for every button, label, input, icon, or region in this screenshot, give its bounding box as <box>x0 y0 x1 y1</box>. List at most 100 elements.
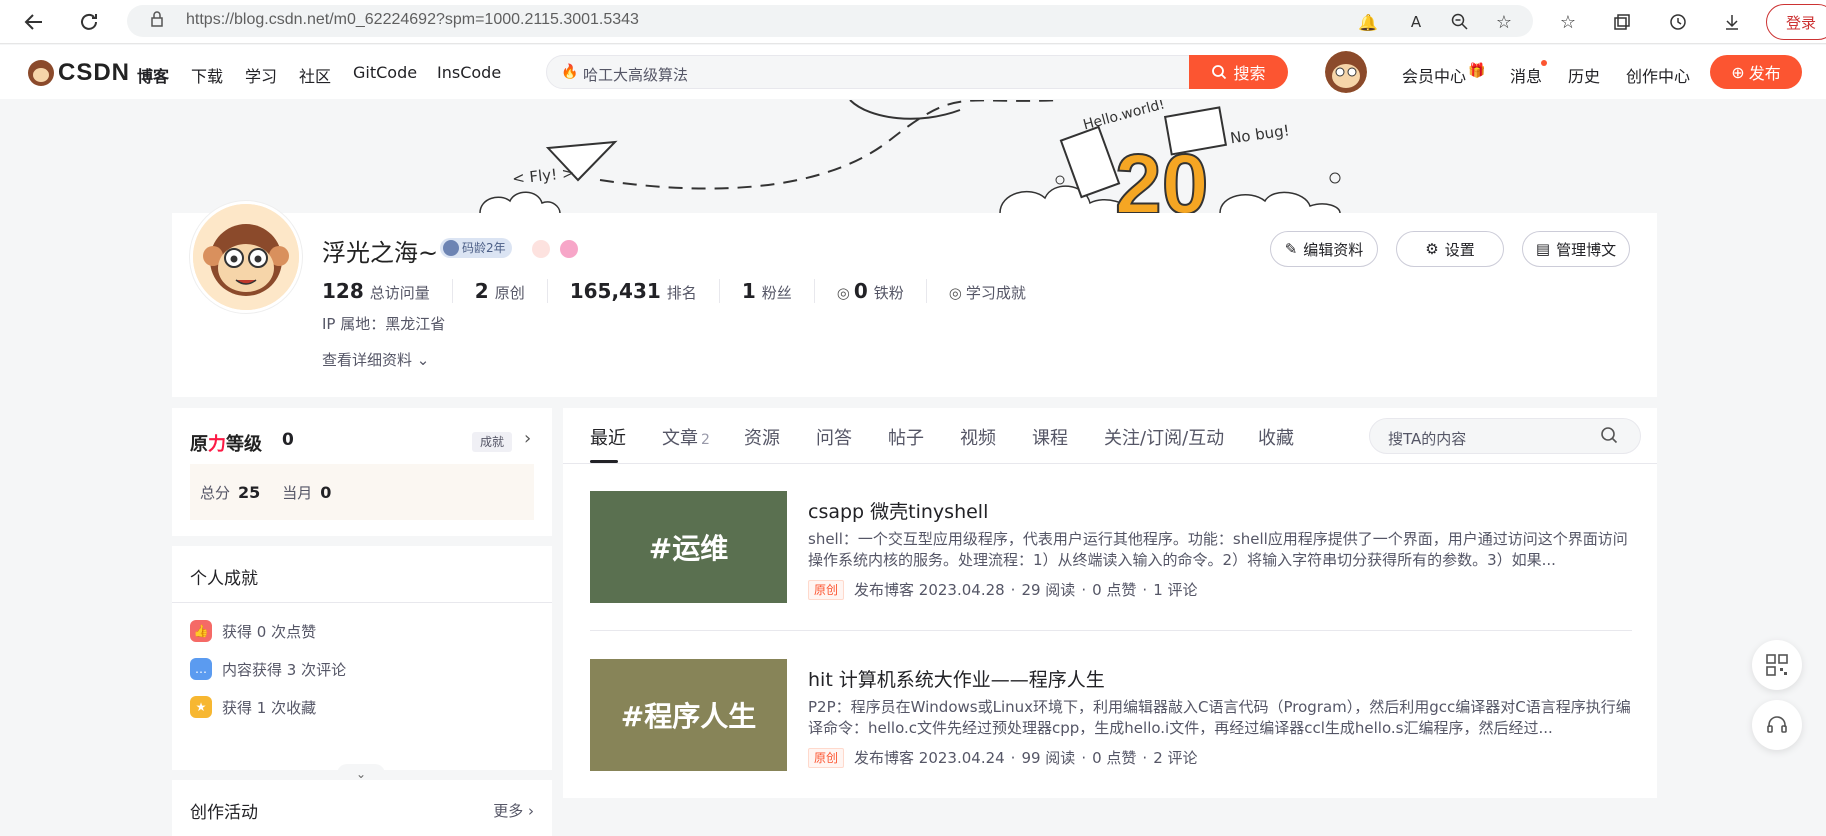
article-reads: 99 阅读 <box>1021 749 1076 767</box>
nav-link-learn[interactable]: 学习 <box>245 63 277 87</box>
hot-icon: 🔥 <box>561 64 579 80</box>
csdn-logo[interactable]: CSDN <box>28 59 130 87</box>
content-search-input[interactable]: 搜TA的内容 <box>1369 418 1641 454</box>
medal-badge-icon[interactable] <box>560 240 578 258</box>
tab-qa[interactable]: 问答 <box>816 424 852 450</box>
banner-fly: < Fly! > <box>511 163 575 187</box>
nav-link-blog[interactable]: 博客 <box>137 63 169 87</box>
nav-messages[interactable]: 消息 <box>1510 63 1542 87</box>
profile-stats: 128 总访问量 2 原创 165,431 排名 1 粉丝 ◎ 0 铁粉 ◎ 学习成就 <box>322 279 1070 303</box>
read-aloud-icon[interactable]: A <box>1402 8 1430 36</box>
search-icon[interactable] <box>1600 426 1618 448</box>
avatar[interactable] <box>1325 51 1367 93</box>
article-title[interactable]: csapp 微壳tinyshell <box>808 497 988 524</box>
article-item[interactable]: #程序人生 hit 计算机系统大作业——程序人生 P2P：程序员在Windows… <box>590 659 1632 799</box>
document-icon: ▤ <box>1535 240 1551 258</box>
stat-visits-num: 128 <box>322 279 364 303</box>
coding-age-badge[interactable]: 码龄2年 <box>440 238 512 258</box>
history-icon[interactable] <box>1664 8 1692 36</box>
chevron-right-icon[interactable]: › <box>524 428 531 449</box>
nav-link-gitcode[interactable]: GitCode <box>353 63 417 82</box>
profile-avatar[interactable] <box>190 201 302 313</box>
profile-card: 浮光之海~ 码龄2年 128 总访问量 2 原创 165,431 排名 1 粉丝 ◎ 0 铁… <box>172 201 1657 397</box>
manage-posts-button[interactable]: ▤ 管理博文 <box>1522 231 1630 267</box>
nav-history[interactable]: 历史 <box>1568 63 1600 87</box>
level-score-box: 总分 25 当月 0 <box>190 464 534 520</box>
collections-icon[interactable] <box>1608 8 1636 36</box>
stat-iron-fans[interactable]: ◎ 0 铁粉 <box>837 279 927 303</box>
nav-link-inscode[interactable]: InsCode <box>437 63 501 82</box>
achievement-favorites: ★ 获得 1 次收藏 <box>190 696 316 718</box>
settings-button[interactable]: ⚙ 设置 <box>1396 231 1504 267</box>
tab-favorites[interactable]: 收藏 <box>1258 424 1294 450</box>
stat-fans-label: 粉丝 <box>761 284 792 302</box>
tab-resources[interactable]: 资源 <box>744 424 780 450</box>
lock-icon[interactable] <box>150 11 164 31</box>
banner-20: 20 <box>1115 137 1208 213</box>
search-button[interactable]: 搜索 <box>1189 55 1288 89</box>
stat-rank-label: 排名 <box>666 284 697 302</box>
gift-icon: 🎁 <box>1468 63 1486 79</box>
meta-separator: · <box>1010 748 1016 767</box>
notification-blocked-icon[interactable]: 🔔 <box>1354 8 1382 36</box>
stat-achievements[interactable]: ◎ 学习成就 <box>949 282 1048 303</box>
search-input[interactable]: 🔥 哈工大高级算法 <box>546 55 1190 89</box>
meta-separator: · <box>1081 580 1087 599</box>
download-icon[interactable] <box>1718 8 1746 36</box>
tab-follow[interactable]: 关注/订阅/互动 <box>1104 424 1224 450</box>
article-thumbnail[interactable]: #运维 <box>590 491 787 603</box>
publish-button[interactable]: ⊕ 发布 <box>1710 55 1802 89</box>
manage-posts-label: 管理博文 <box>1556 240 1617 259</box>
url-text[interactable]: https://blog.csdn.net/m0_62224692?spm=10… <box>186 11 639 29</box>
level-title-b: 力 <box>208 434 226 455</box>
view-details-link[interactable]: 查看详细资料 ⌄ <box>322 349 429 370</box>
stat-rank[interactable]: 165,431 排名 <box>570 279 720 303</box>
banner-hello: Hello.world! <box>1081 100 1166 134</box>
content-search-placeholder: 搜TA的内容 <box>1388 430 1467 448</box>
achievement-tag[interactable]: 成就 <box>472 432 513 452</box>
meta-separator: · <box>1010 580 1016 599</box>
tab-recent[interactable]: 最近 <box>590 424 626 450</box>
blogger-badge-icon[interactable] <box>532 240 550 258</box>
divider <box>590 630 1632 631</box>
achievement-comments: … 内容获得 3 次评论 <box>190 658 346 680</box>
add-favorite-icon[interactable]: ☆ <box>1490 8 1518 36</box>
stat-visits[interactable]: 128 总访问量 <box>322 279 453 303</box>
stat-fans[interactable]: 1 粉丝 <box>742 279 815 303</box>
achievements-card: 个人成就 👍 获得 0 次点赞 … 内容获得 3 次评论 ★ 获得 1 次收藏 … <box>172 546 552 784</box>
tab-courses[interactable]: 课程 <box>1032 424 1068 450</box>
total-label: 总分 <box>200 484 231 502</box>
chevron-right-icon: › <box>523 802 534 820</box>
content-tabs: 最近 文章 2 资源 问答 帖子 视频 课程 关注/订阅/互动 收藏 搜TA的内容 <box>563 408 1657 464</box>
achievement-likes: 👍 获得 0 次点赞 <box>190 620 316 642</box>
banner-nobug: No bug! <box>1229 121 1291 147</box>
nav-link-community[interactable]: 社区 <box>299 63 331 87</box>
profile-name: 浮光之海~ <box>322 239 439 267</box>
nav-link-download[interactable]: 下载 <box>191 63 223 87</box>
nav-vip-center[interactable]: 会员中心 <box>1402 63 1466 87</box>
article-item[interactable]: #运维 csapp 微壳tinyshell shell：一个交互型应用级程序，代… <box>590 491 1632 631</box>
level-title: 原力等级 <box>190 430 262 456</box>
stat-rank-num: 165,431 <box>569 279 661 303</box>
stat-original-num: 2 <box>474 279 489 303</box>
meta-separator: · <box>1142 580 1148 599</box>
tab-posts[interactable]: 帖子 <box>888 424 924 450</box>
customer-service-icon[interactable] <box>1752 700 1802 750</box>
stat-original[interactable]: 2 原创 <box>475 279 548 303</box>
tab-videos[interactable]: 视频 <box>960 424 996 450</box>
profile-banner: 20 < Fly! > Hello.world! No bug! <box>0 100 1826 213</box>
edit-profile-button[interactable]: ✎ 编辑资料 <box>1270 231 1378 267</box>
nav-creation-center[interactable]: 创作中心 <box>1626 63 1690 87</box>
zoom-icon[interactable] <box>1446 8 1474 36</box>
activity-more-link[interactable]: 更多 › <box>493 800 534 821</box>
tab-articles[interactable]: 文章 2 <box>662 424 710 450</box>
main-content: 最近 文章 2 资源 问答 帖子 视频 课程 关注/订阅/互动 收藏 搜TA的内容… <box>563 408 1657 798</box>
login-button[interactable]: 登录 <box>1766 4 1826 40</box>
favorites-icon[interactable]: ☆ <box>1554 8 1582 36</box>
article-title[interactable]: hit 计算机系统大作业——程序人生 <box>808 665 1105 692</box>
article-thumbnail[interactable]: #程序人生 <box>590 659 787 771</box>
back-icon[interactable] <box>20 8 48 36</box>
qr-code-icon[interactable] <box>1752 640 1802 690</box>
refresh-icon[interactable] <box>75 8 103 36</box>
search-icon <box>1212 65 1227 80</box>
